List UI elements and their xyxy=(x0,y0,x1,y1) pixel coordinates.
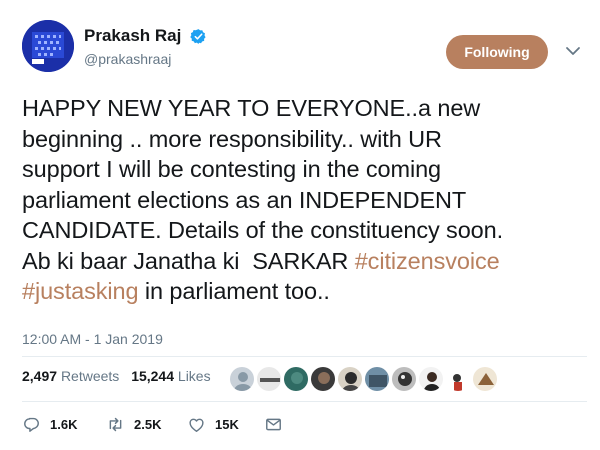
tweet-card: Prakash Raj @prakashraaj Following HAPPY… xyxy=(0,0,600,450)
tweet-text: HAPPY NEW YEAR TO EVERYONE..a new beginn… xyxy=(22,93,587,307)
reply-count: 1.6K xyxy=(50,417,78,432)
liker-avatar[interactable] xyxy=(364,366,390,392)
liker-avatar[interactable] xyxy=(391,366,417,392)
tweet-timestamp[interactable]: 12:00 AM - 1 Jan 2019 xyxy=(22,331,163,347)
hashtag-link[interactable]: #citizensvoice xyxy=(355,248,500,274)
liker-avatar[interactable] xyxy=(472,366,498,392)
envelope-icon xyxy=(266,418,281,431)
tweet-line-text: in parliament too.. xyxy=(138,278,330,304)
direct-message-button[interactable] xyxy=(264,415,283,434)
like-count: 15K xyxy=(215,417,239,432)
retweets-stat[interactable]: 2,497 Retweets xyxy=(22,368,119,384)
liker-avatar[interactable] xyxy=(256,366,282,392)
liker-avatar[interactable] xyxy=(445,366,471,392)
retweets-count: 2,497 xyxy=(22,368,58,384)
likes-label: Likes xyxy=(177,368,211,384)
liker-avatar[interactable] xyxy=(310,366,336,392)
retweet-button[interactable]: 2.5K xyxy=(106,415,161,434)
like-button[interactable]: 15K xyxy=(187,415,239,434)
reply-button[interactable]: 1.6K xyxy=(22,415,77,434)
tweet-line-text: Ab ki baar Janatha ki SARKAR xyxy=(22,247,355,274)
display-name[interactable]: Prakash Raj xyxy=(84,26,181,46)
likes-stat[interactable]: 15,244 Likes xyxy=(131,368,210,384)
tweet-line: parliament elections as an INDEPENDENT xyxy=(22,186,467,213)
divider xyxy=(22,356,587,357)
verified-badge-icon xyxy=(190,28,206,44)
liker-avatar[interactable] xyxy=(283,366,309,392)
heart-icon xyxy=(189,418,204,432)
avatar-image xyxy=(22,20,74,72)
following-button[interactable]: Following xyxy=(446,35,548,69)
likes-count: 15,244 xyxy=(131,368,175,384)
retweet-count: 2.5K xyxy=(134,417,162,432)
liker-avatar[interactable] xyxy=(229,366,255,392)
retweets-label: Retweets xyxy=(60,368,120,384)
tweet-stats: 2,497 Retweets 15,244 Likes xyxy=(22,368,219,384)
tweet-line: HAPPY NEW YEAR TO EVERYONE..a new xyxy=(22,95,481,121)
retweet-icon xyxy=(109,417,122,432)
tweet-line: #justasking in parliament too.. xyxy=(22,276,587,307)
hashtag-link[interactable]: #justasking xyxy=(22,278,139,304)
tweet-line: beginning .. more responsibility.. with … xyxy=(22,125,442,152)
user-identity: Prakash Raj @prakashraaj xyxy=(84,26,207,67)
chevron-down-icon[interactable] xyxy=(565,45,581,57)
profile-avatar[interactable] xyxy=(22,20,74,72)
divider xyxy=(22,401,587,402)
liker-avatar[interactable] xyxy=(337,366,363,392)
tweet-line: support I will be contesting in the comi… xyxy=(22,156,442,182)
user-handle[interactable]: @prakashraaj xyxy=(84,51,207,67)
liker-avatar[interactable] xyxy=(418,366,444,392)
reply-icon xyxy=(24,417,39,432)
tweet-line: Ab ki baar Janatha ki SARKAR #citizensvo… xyxy=(22,246,587,277)
tweet-line: CANDIDATE. Details of the constituency s… xyxy=(22,217,504,243)
